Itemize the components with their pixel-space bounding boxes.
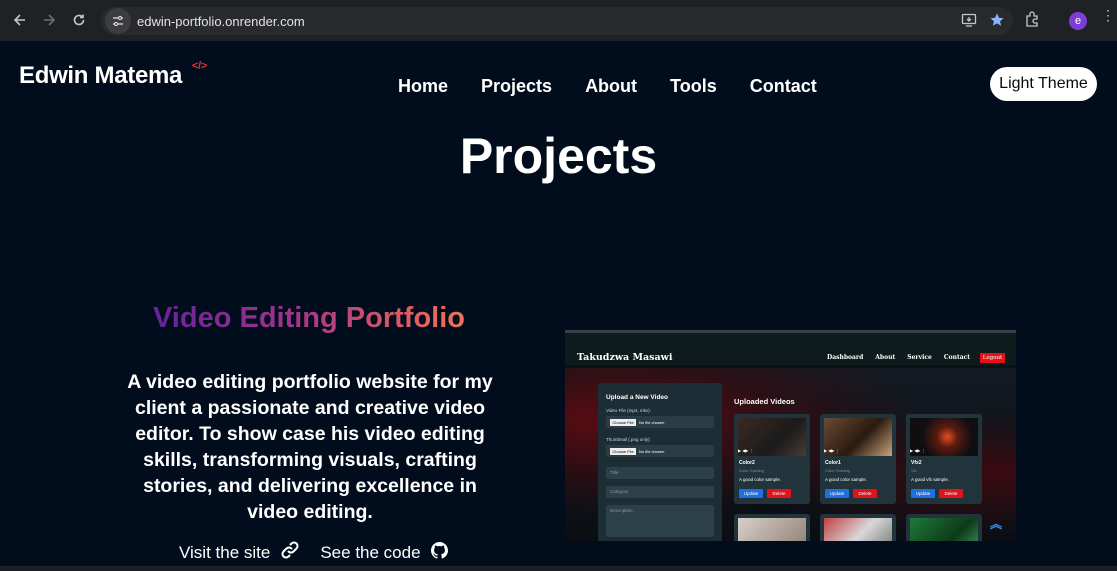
- thumbnail-label: Thumbnail (.png only):: [606, 437, 651, 442]
- profile-avatar[interactable]: e: [1069, 12, 1087, 30]
- page-bottom-strip: [0, 566, 1117, 571]
- site-logo[interactable]: Edwin Matema </>: [19, 60, 207, 90]
- video-card-desc: A good color sample.: [825, 477, 868, 482]
- video-card: ▶ ◀▶ ⋮ Vfx2 Vfx A good vfx sample. Updat…: [906, 414, 982, 504]
- video-card-desc: A good color sample.: [739, 477, 782, 482]
- project-preview-image: Takudzwa Masawi Dashboard About Service …: [565, 330, 1016, 541]
- no-file-text: No file chosen: [639, 449, 665, 454]
- visit-site-link[interactable]: Visit the site: [179, 540, 300, 565]
- video-controls: ▶ ◀▶ ⋮: [910, 448, 926, 453]
- preview-logout-button: Logout: [980, 353, 1005, 363]
- project-description: A video editing portfolio website for my…: [127, 371, 493, 523]
- preview-brand: Takudzwa Masawi: [577, 352, 673, 363]
- preview-nav: Dashboard About Service Contact: [827, 354, 970, 361]
- video-update-button: Update: [911, 489, 935, 498]
- back-icon[interactable]: [9, 9, 31, 31]
- category-input: Category: [606, 486, 714, 498]
- link-icon: [280, 540, 300, 565]
- title-input: Title: [606, 467, 714, 479]
- choose-file-button: Choose File: [610, 419, 636, 426]
- code-tag-icon: </>: [192, 60, 208, 72]
- video-delete-button: Delete: [939, 489, 963, 498]
- github-icon: [430, 541, 448, 564]
- nav-contact[interactable]: Contact: [750, 76, 817, 97]
- thumbnail-file-input: Choose File No file chosen: [606, 445, 714, 457]
- video-controls: ▶ ◀▶ ⋮: [824, 448, 840, 453]
- video-thumbnail: [824, 518, 892, 541]
- video-card: [734, 514, 810, 541]
- kebab-menu-icon[interactable]: ⋮: [1101, 8, 1115, 22]
- video-controls: ▶ ◀▶ ⋮: [738, 448, 754, 453]
- preview-upload-form: Upload a New Video Video File (mp4, mkv)…: [598, 383, 722, 541]
- preview-nav-about: About: [875, 354, 896, 361]
- video-card: ▶ ◀▶ ⋮ Color1 Color Grading A good color…: [820, 414, 896, 504]
- nav-home[interactable]: Home: [398, 76, 448, 97]
- upload-heading: Upload a New Video: [606, 394, 669, 401]
- video-card: ▶ ◀▶ ⋮ Color2 Color Grading A good color…: [734, 414, 810, 504]
- choose-file-button: Choose File: [610, 448, 636, 455]
- url-text[interactable]: edwin-portfolio.onrender.com: [137, 14, 305, 29]
- video-card: [820, 514, 896, 541]
- video-update-button: Update: [825, 489, 849, 498]
- bookmark-star-icon[interactable]: [989, 12, 1005, 33]
- section-title: Projects: [459, 128, 658, 184]
- main-nav: Home Projects About Tools Contact: [398, 76, 817, 97]
- see-code-link[interactable]: See the code: [320, 541, 448, 564]
- description-input: Description: [606, 505, 714, 537]
- theme-toggle-button[interactable]: Light Theme: [990, 67, 1097, 101]
- video-card-title: Color2: [739, 460, 755, 466]
- see-code-label: See the code: [320, 542, 421, 562]
- site-settings-icon[interactable]: [105, 8, 131, 34]
- video-card-category: Color Grading: [825, 468, 850, 473]
- visit-site-label: Visit the site: [179, 542, 271, 562]
- address-bar[interactable]: edwin-portfolio.onrender.com: [101, 7, 1013, 35]
- video-card-category: Vfx: [911, 468, 917, 473]
- video-delete-button: Delete: [853, 489, 877, 498]
- logo-text: Edwin Matema: [19, 62, 183, 89]
- install-app-icon[interactable]: [961, 12, 977, 33]
- video-file-label: Video File (mp4, mkv):: [606, 408, 651, 413]
- uploaded-videos-heading: Uploaded Videos: [734, 397, 795, 406]
- reload-icon[interactable]: [68, 9, 90, 31]
- video-card: [906, 514, 982, 541]
- browser-toolbar: edwin-portfolio.onrender.com e ⋮: [0, 0, 1117, 41]
- video-card-desc: A good vfx sample.: [911, 477, 950, 482]
- project-title: Video Editing Portfolio: [129, 302, 489, 335]
- nav-tools[interactable]: Tools: [670, 76, 717, 97]
- forward-icon[interactable]: [38, 9, 60, 31]
- video-thumbnail: [738, 518, 806, 541]
- no-file-text: No file chosen: [639, 420, 665, 425]
- preview-nav-service: Service: [907, 354, 932, 361]
- video-card-title: Color1: [825, 460, 841, 466]
- video-card-category: Color Grading: [739, 468, 764, 473]
- video-card-title: Vfx2: [911, 460, 922, 466]
- extensions-icon[interactable]: [1024, 10, 1042, 33]
- video-update-button: Update: [739, 489, 763, 498]
- video-thumbnail: [910, 518, 978, 541]
- video-delete-button: Delete: [767, 489, 791, 498]
- video-file-input: Choose File No file chosen: [606, 416, 714, 428]
- preview-nav-contact: Contact: [943, 354, 971, 361]
- project-links: Visit the site See the code: [179, 540, 448, 565]
- nav-projects[interactable]: Projects: [481, 76, 552, 97]
- scroll-top-icon: ︽: [990, 517, 1003, 531]
- nav-about[interactable]: About: [585, 76, 637, 97]
- preview-nav-dashboard: Dashboard: [827, 354, 864, 361]
